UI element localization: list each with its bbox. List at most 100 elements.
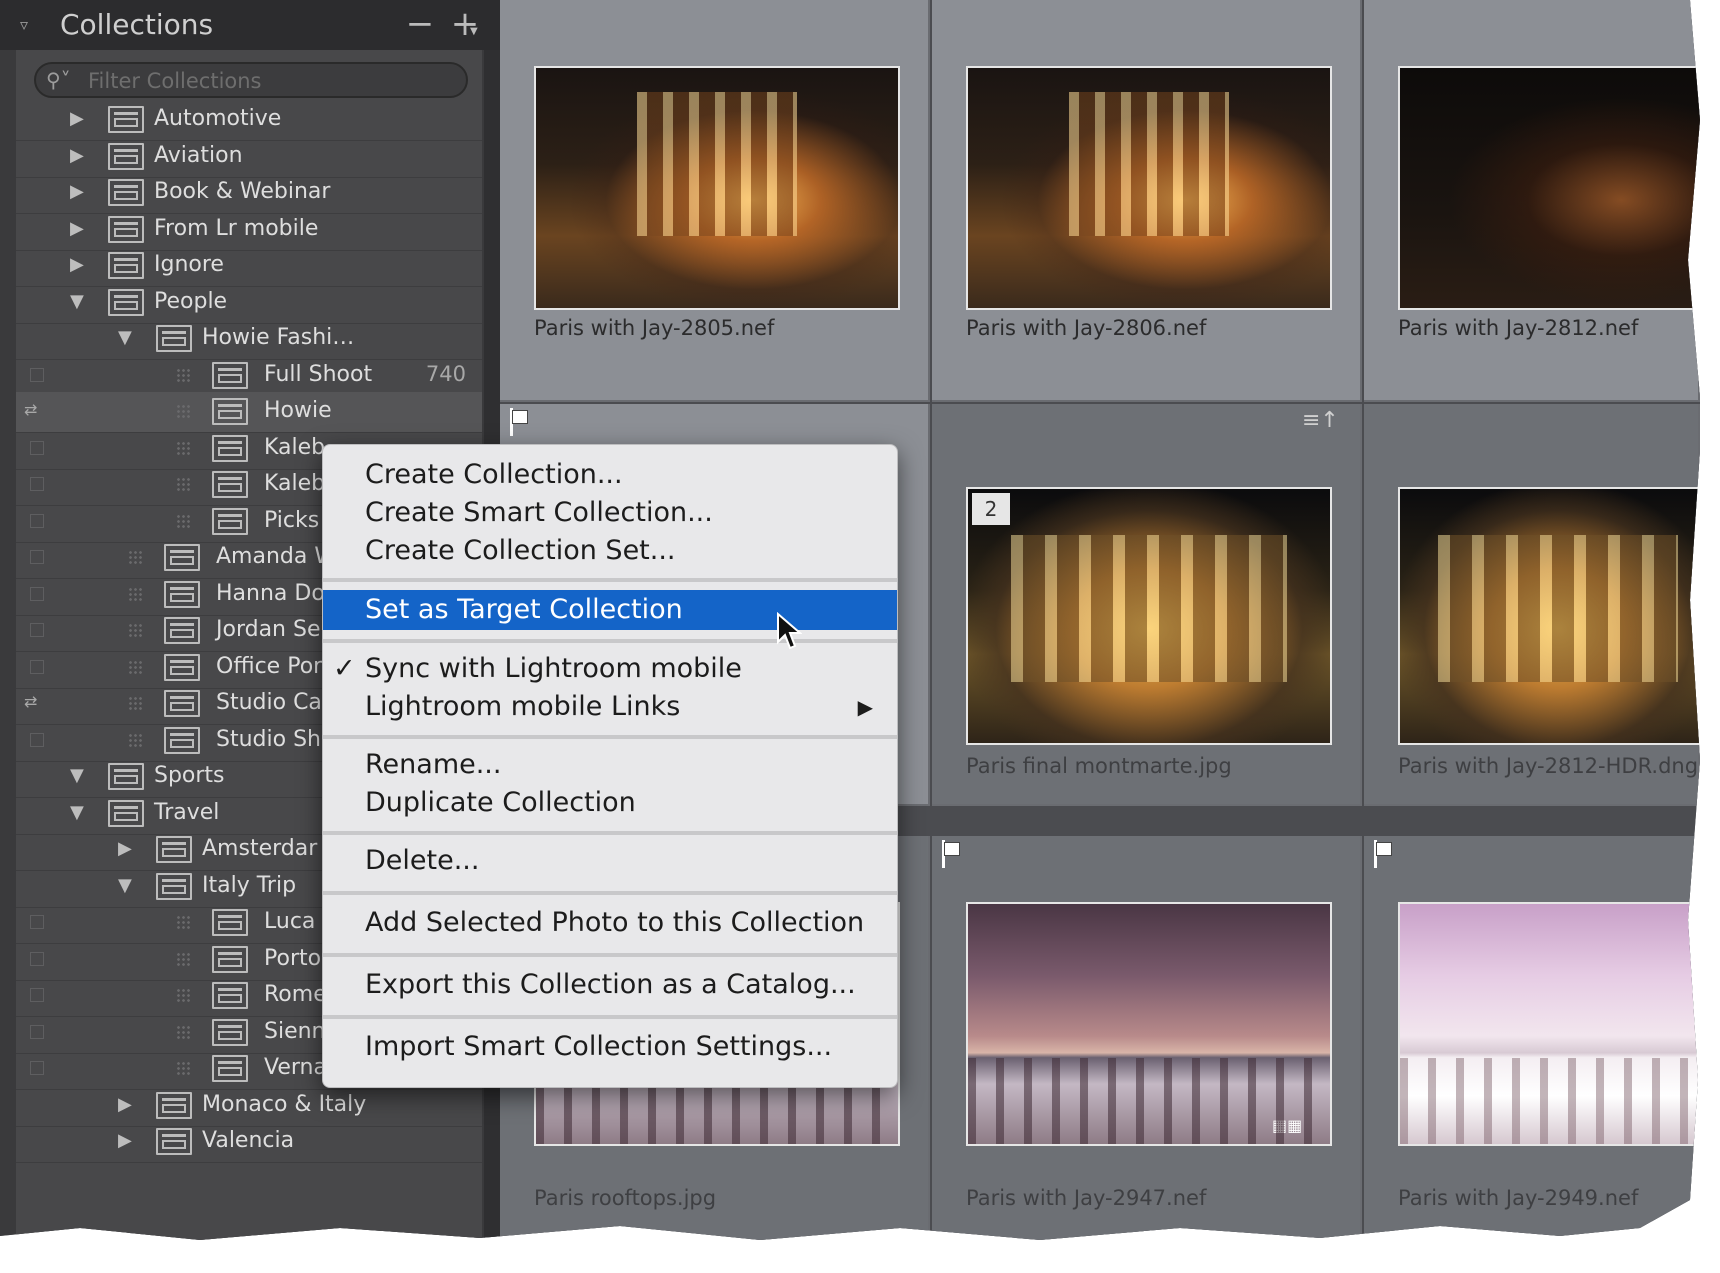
menu-item-create-smart-collection[interactable]: Create Smart Collection... xyxy=(323,495,897,531)
collection-set-icon xyxy=(108,216,144,243)
menu-item-rename[interactable]: Rename... xyxy=(323,747,897,783)
lightroom-window: ▿ Collections − + ▼ ⚲˅ ▶ Automotive ▶ Av… xyxy=(0,0,1700,1240)
photo-caption: Paris with Jay-2949.nef xyxy=(1398,1186,1639,1210)
grid-cell[interactable]: ▦▦ Paris with Jay-2947.nef xyxy=(932,836,1362,1240)
grid-cell[interactable]: 2 Paris final montmarte.jpg xyxy=(932,404,1362,806)
expand-triangle-icon[interactable]: ▶ xyxy=(70,216,94,242)
collapse-triangle-icon[interactable]: ▼ xyxy=(118,325,142,351)
smart-dots-icon xyxy=(128,623,144,639)
sync-checkbox[interactable] xyxy=(30,587,44,601)
sync-checkbox[interactable] xyxy=(30,915,44,929)
grid-cell[interactable]: Paris with Jay-2806.nef xyxy=(932,0,1362,402)
expand-triangle-icon[interactable]: ▶ xyxy=(118,1092,142,1118)
smart-dots-icon xyxy=(176,1061,192,1077)
sync-arrows-icon[interactable]: ⇄ xyxy=(24,692,50,711)
photo-caption: Paris rooftops.jpg xyxy=(534,1186,717,1210)
sync-checkbox[interactable] xyxy=(30,441,44,455)
list-item[interactable]: ▶ Ignore xyxy=(16,246,482,287)
collection-icon xyxy=(212,1055,248,1082)
collapse-triangle-icon[interactable]: ▼ xyxy=(70,800,94,826)
expand-triangle-icon[interactable]: ▶ xyxy=(70,179,94,205)
photo-thumbnail[interactable] xyxy=(1398,66,1700,310)
filter-collections-box[interactable]: ⚲˅ xyxy=(34,62,468,98)
list-item[interactable]: ▶ Book & Webinar xyxy=(16,173,482,214)
row-label: Automotive xyxy=(154,106,282,131)
row-label: Picks xyxy=(264,508,320,533)
photo-thumbnail[interactable]: 2 xyxy=(966,487,1332,745)
grid-cell[interactable]: ≡↑ Paris with Jay-2812-HDR.dng xyxy=(1302,404,1700,806)
list-item[interactable]: ▶ Aviation xyxy=(16,137,482,178)
collection-set-icon xyxy=(156,1128,192,1155)
smart-dots-icon xyxy=(176,952,192,968)
collection-set-icon xyxy=(108,800,144,827)
flag-icon[interactable] xyxy=(508,408,530,436)
row-count: 740 xyxy=(425,362,466,386)
grid-cell[interactable]: Paris with Jay-2949.nef xyxy=(1364,836,1700,1240)
sync-checkbox[interactable] xyxy=(30,952,44,966)
menu-item-delete[interactable]: Delete... xyxy=(323,843,897,879)
photo-thumbnail[interactable] xyxy=(966,66,1332,310)
menu-item-set-target-collection[interactable]: Set as Target Collection xyxy=(323,590,897,630)
expand-triangle-icon[interactable]: ▶ xyxy=(70,143,94,169)
sync-checkbox[interactable] xyxy=(30,1061,44,1075)
grid-cell[interactable]: Paris with Jay-2812.nef xyxy=(1364,0,1700,402)
collection-icon xyxy=(212,508,248,535)
sort-icon[interactable]: ≡↑ xyxy=(1302,408,1339,433)
menu-item-add-selected-photo[interactable]: Add Selected Photo to this Collection xyxy=(323,905,897,941)
list-item[interactable]: ▼ People xyxy=(16,283,482,324)
collapse-triangle-icon[interactable]: ▼ xyxy=(70,763,94,789)
photo-caption: Paris with Jay-2812.nef xyxy=(1398,316,1639,340)
list-item[interactable]: ▶ Monaco & Italy xyxy=(16,1086,482,1127)
filter-collections-input[interactable] xyxy=(86,66,460,96)
list-item[interactable]: Full Shoot 740 xyxy=(16,356,482,397)
expand-triangle-icon[interactable]: ▶ xyxy=(70,106,94,132)
photo-thumbnail[interactable] xyxy=(534,66,900,310)
stack-count-badge[interactable]: 2 xyxy=(972,493,1010,525)
row-label: Jordan Ser xyxy=(216,617,330,642)
menu-item-lightroom-mobile-links[interactable]: Lightroom mobile Links ▶ xyxy=(323,689,897,725)
list-item[interactable]: ⇄ Howie xyxy=(16,392,482,433)
expand-triangle-icon[interactable]: ▶ xyxy=(118,836,142,862)
collapse-triangle-icon[interactable]: ▼ xyxy=(70,289,94,315)
row-label: Studio Cat xyxy=(216,690,331,715)
grid-cell[interactable]: Paris with Jay-2805.nef xyxy=(500,0,930,402)
panel-title: Collections xyxy=(60,8,214,41)
remove-collection-button[interactable]: − xyxy=(404,6,436,42)
sync-checkbox[interactable] xyxy=(30,660,44,674)
list-item[interactable]: ▶ Valencia xyxy=(16,1122,482,1163)
collection-set-icon xyxy=(156,1092,192,1119)
menu-item-sync-lightroom-mobile[interactable]: ✓ Sync with Lightroom mobile xyxy=(323,651,897,687)
list-item[interactable]: ▶ Automotive xyxy=(16,100,482,141)
row-label: Monaco & Italy xyxy=(202,1092,367,1117)
sync-checkbox[interactable] xyxy=(30,550,44,564)
menu-item-create-collection-set[interactable]: Create Collection Set... xyxy=(323,533,897,569)
sync-checkbox[interactable] xyxy=(30,623,44,637)
sync-checkbox[interactable] xyxy=(30,514,44,528)
row-label: Sports xyxy=(154,763,225,788)
sync-checkbox[interactable] xyxy=(30,1025,44,1039)
list-item[interactable]: ▼ Howie Fashi… xyxy=(16,319,482,360)
smart-dots-icon xyxy=(176,477,192,493)
flag-icon[interactable] xyxy=(1372,840,1394,868)
menu-item-export-as-catalog[interactable]: Export this Collection as a Catalog... xyxy=(323,967,897,1003)
expand-triangle-icon[interactable]: ▶ xyxy=(118,1128,142,1154)
sync-checkbox[interactable] xyxy=(30,477,44,491)
sync-checkbox[interactable] xyxy=(30,368,44,382)
expand-triangle-icon[interactable]: ▶ xyxy=(70,252,94,278)
sync-arrows-icon[interactable]: ⇄ xyxy=(24,400,50,419)
menu-item-import-smart-collection-settings[interactable]: Import Smart Collection Settings... xyxy=(323,1029,897,1065)
panel-collapse-icon[interactable]: ▿ xyxy=(20,14,42,36)
photo-thumbnail[interactable] xyxy=(1398,487,1700,745)
menu-item-create-collection[interactable]: Create Collection... xyxy=(323,457,897,493)
collapse-triangle-icon[interactable]: ▼ xyxy=(118,873,142,899)
sync-checkbox[interactable] xyxy=(30,733,44,747)
menu-item-duplicate-collection[interactable]: Duplicate Collection xyxy=(323,785,897,821)
flag-icon[interactable] xyxy=(940,840,962,868)
photo-thumbnail[interactable]: ▦▦ xyxy=(966,902,1332,1146)
photo-caption: Paris with Jay-2812-HDR.dng xyxy=(1398,754,1699,778)
photo-thumbnail[interactable] xyxy=(1398,902,1700,1146)
list-item[interactable]: ▶ From Lr mobile xyxy=(16,210,482,251)
sync-checkbox[interactable] xyxy=(30,988,44,1002)
crop-edit-icon: ▦▦ xyxy=(1272,1116,1303,1135)
smart-dots-icon xyxy=(176,514,192,530)
